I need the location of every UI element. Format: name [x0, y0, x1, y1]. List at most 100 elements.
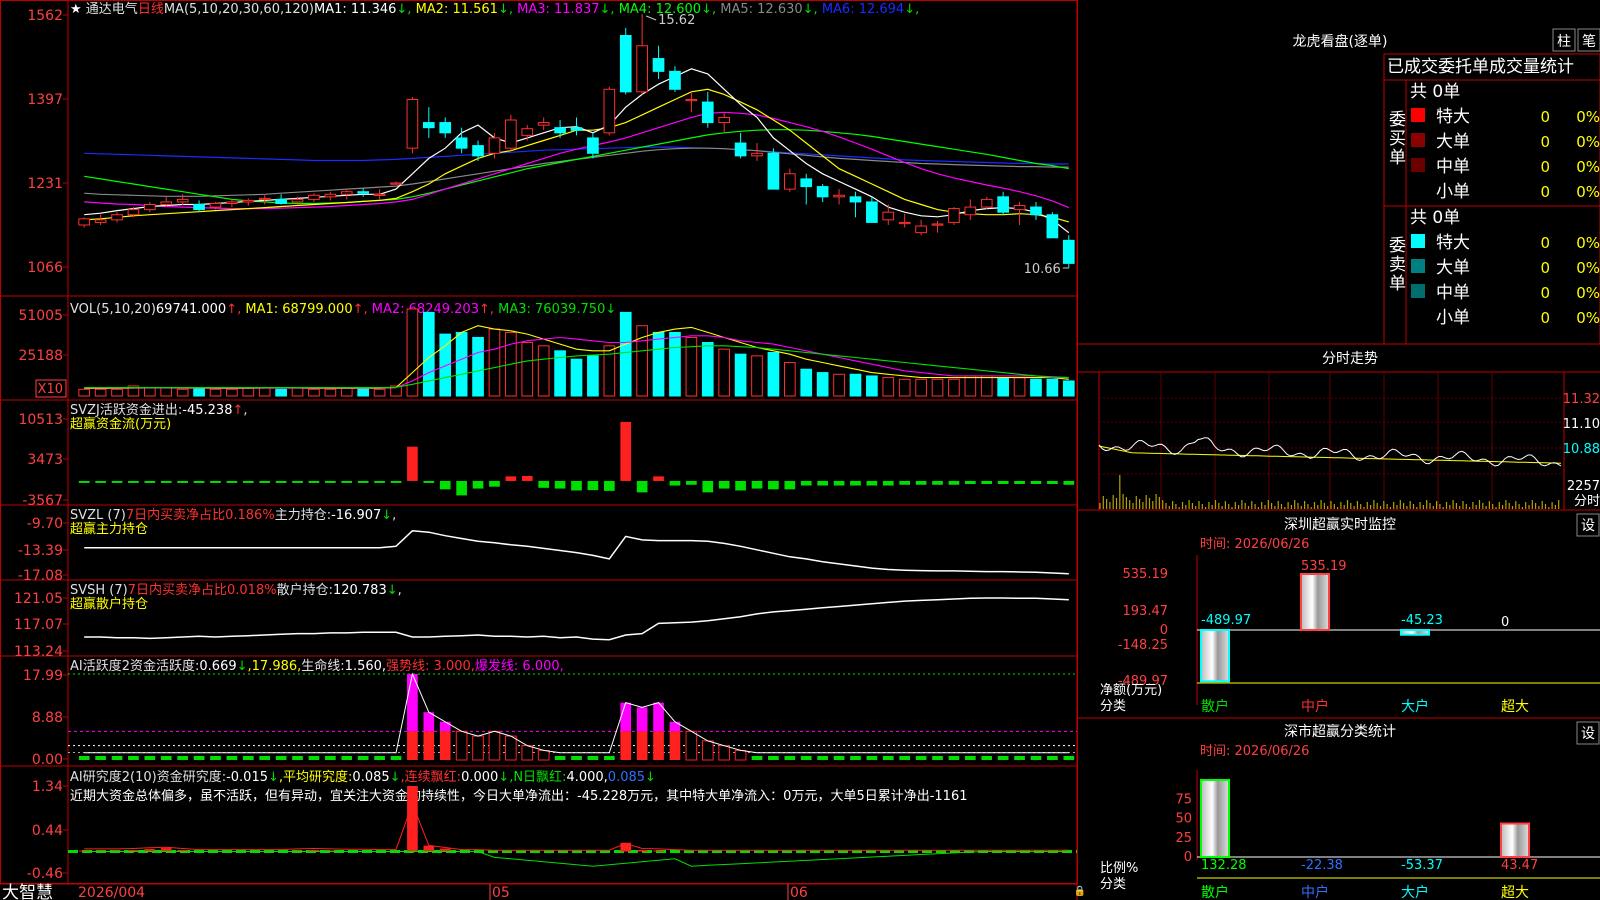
activity-bar-low [915, 756, 927, 760]
svzl-value: -16.907 [331, 508, 381, 523]
header-part: ★ [70, 2, 86, 17]
volume-chart[interactable]: 5100525188X10VOL(5,10,20)69741.000↑, MA1… [18, 302, 1075, 398]
ma-arrow: ↓, [701, 2, 720, 17]
right-panel[interactable]: 龙虎看盘(逐单) 柱笔已成交委托单成交量统计委买单委卖单共 0单特大 0 0%大单 0 0… [1077, 28, 1600, 900]
monitor-value: -489.97 [1201, 613, 1251, 628]
main-holding-chart[interactable]: -9.70 -13.39 -17.08 SVZL (7)7日内买卖净占比0.186%主… [18, 507, 1069, 584]
intraday-y-label: 11.32 [1563, 392, 1600, 407]
volume-bar [751, 355, 763, 397]
flow-bar [866, 480, 878, 486]
activity-bar-low [128, 756, 139, 760]
flow-bar [948, 480, 960, 485]
indicator-header: VOL(5,10,20)69741.000↑, MA1: 68799.000↑,… [70, 302, 616, 317]
class-y-label: 25 [1175, 831, 1192, 846]
candle [258, 197, 271, 201]
activity-bar-low [603, 756, 615, 760]
monitor-settings-label: 设 [1581, 518, 1595, 534]
candle [915, 225, 927, 234]
ma-arrow: ↓, [904, 2, 919, 17]
y-tick-label: 1397 [27, 92, 63, 108]
ai-act-title: AI活跃度2 [70, 658, 130, 674]
candle [931, 223, 944, 226]
volume-bar [734, 353, 747, 397]
monitor-value: 0 [1501, 615, 1509, 630]
volume-bar [718, 348, 731, 397]
stock-chart-screen[interactable]: 1562 1397 1231 1066 ★ 通达电气日线MA(5,10,20,30,60… [0, 0, 1600, 900]
sell-row-label: 大单 [1436, 258, 1470, 278]
candle [833, 194, 845, 198]
activity-bar-low [292, 756, 303, 760]
sell-row-value: 0 [1540, 309, 1550, 327]
research-bar [423, 845, 435, 852]
ai-res-label: 资金研究度: [157, 769, 226, 785]
volume-bar [882, 377, 895, 397]
activity-bar-low [965, 756, 976, 760]
flow-bar [78, 480, 90, 483]
candle [406, 99, 419, 149]
volume-bar [866, 375, 878, 397]
monitor-value: -45.23 [1401, 613, 1443, 628]
activity-bar-low [390, 756, 402, 760]
y-tick-label: 3473 [27, 452, 63, 468]
volume-bar [964, 375, 977, 397]
activity-bar [439, 731, 451, 760]
capital-flow-chart[interactable]: 105133473-3567SVZJ活跃资金进出:-45.238↑,超赢资金流(… [18, 402, 1075, 509]
sell-color-swatch [1411, 259, 1425, 273]
header-part: , [243, 403, 247, 418]
activity-bar-low [997, 756, 1009, 760]
life-label: 生命线: [301, 658, 344, 674]
candle [472, 145, 484, 157]
activity-bar-low [932, 756, 943, 760]
volume-bar [144, 387, 156, 397]
flow-bar [390, 480, 402, 483]
class-x-label: 超大 [1501, 885, 1529, 900]
sell-row-value: 0 [1540, 259, 1550, 277]
monitor-x-label: 中户 [1301, 698, 1329, 715]
activity-bar-low [308, 756, 320, 760]
flow-bar [357, 480, 369, 483]
retail-holding-chart[interactable]: 121.05 117.07 113.24 SVSH (7)7日内买卖净占比0.018%… [14, 582, 1069, 660]
ai-research-chart[interactable]: 1.340.44-0.46AI研究度2(10)资金研究度:-0.015↓,平均研… [27, 769, 1077, 882]
high-label: 15.62 [658, 13, 695, 28]
buy-color-swatch [1411, 108, 1425, 122]
ma-arrow: ↓, [396, 2, 415, 17]
research-trend-line [84, 851, 1069, 867]
y-tick-label: 1.34 [32, 779, 63, 795]
vol-ma1: MA1: 68799.000 [245, 302, 352, 317]
buy-row-pct: 0% [1576, 108, 1600, 126]
flow-bar [160, 480, 172, 483]
volume-bar [767, 352, 780, 397]
svzl-ratio: 7日内买卖净占比0.186% [126, 507, 275, 523]
volume-bar [948, 378, 960, 397]
ai-activity-chart[interactable]: 17.99 8.88 0.00 AI活跃度2资金活跃度:0.669↓,17.986,生… [23, 658, 1077, 768]
candlestick-chart[interactable]: 1562 1397 1231 1066 ★ 通达电气日线MA(5,10,20,30,60… [27, 1, 1075, 277]
side-label: 委卖单 [1385, 236, 1406, 293]
candle [308, 194, 320, 200]
ma-definition: MA(5,10,20,30,60,120) [164, 2, 314, 17]
flow-bar [768, 480, 779, 490]
side-label: 委买单 [1385, 110, 1406, 167]
period: 日线 [138, 2, 164, 17]
buy-row-value: 0 [1540, 158, 1550, 176]
candle [636, 45, 648, 93]
activity-bar-low [850, 756, 861, 760]
volume-bar [242, 387, 255, 397]
activity-bar [685, 730, 698, 761]
header-part: ↓ [390, 770, 401, 785]
volume-bar [1013, 377, 1026, 397]
y-tick-label: 113.24 [14, 644, 63, 660]
ma-arrow: ↓, [600, 2, 619, 17]
volume-bar [898, 378, 911, 397]
volume-bar [915, 378, 927, 397]
candle [422, 122, 435, 129]
activity-bar [488, 730, 501, 761]
header-part: ↓ [645, 770, 656, 785]
candle [521, 128, 534, 136]
x-tick-label: 05 [492, 885, 510, 900]
sell-row-value: 0 [1540, 234, 1550, 252]
ma-line-ma4 [84, 129, 1069, 205]
class-y-label: 0 [1184, 850, 1192, 865]
volume-bar [587, 355, 599, 397]
class-value: -53.37 [1401, 858, 1443, 873]
flow-bar [193, 480, 205, 483]
